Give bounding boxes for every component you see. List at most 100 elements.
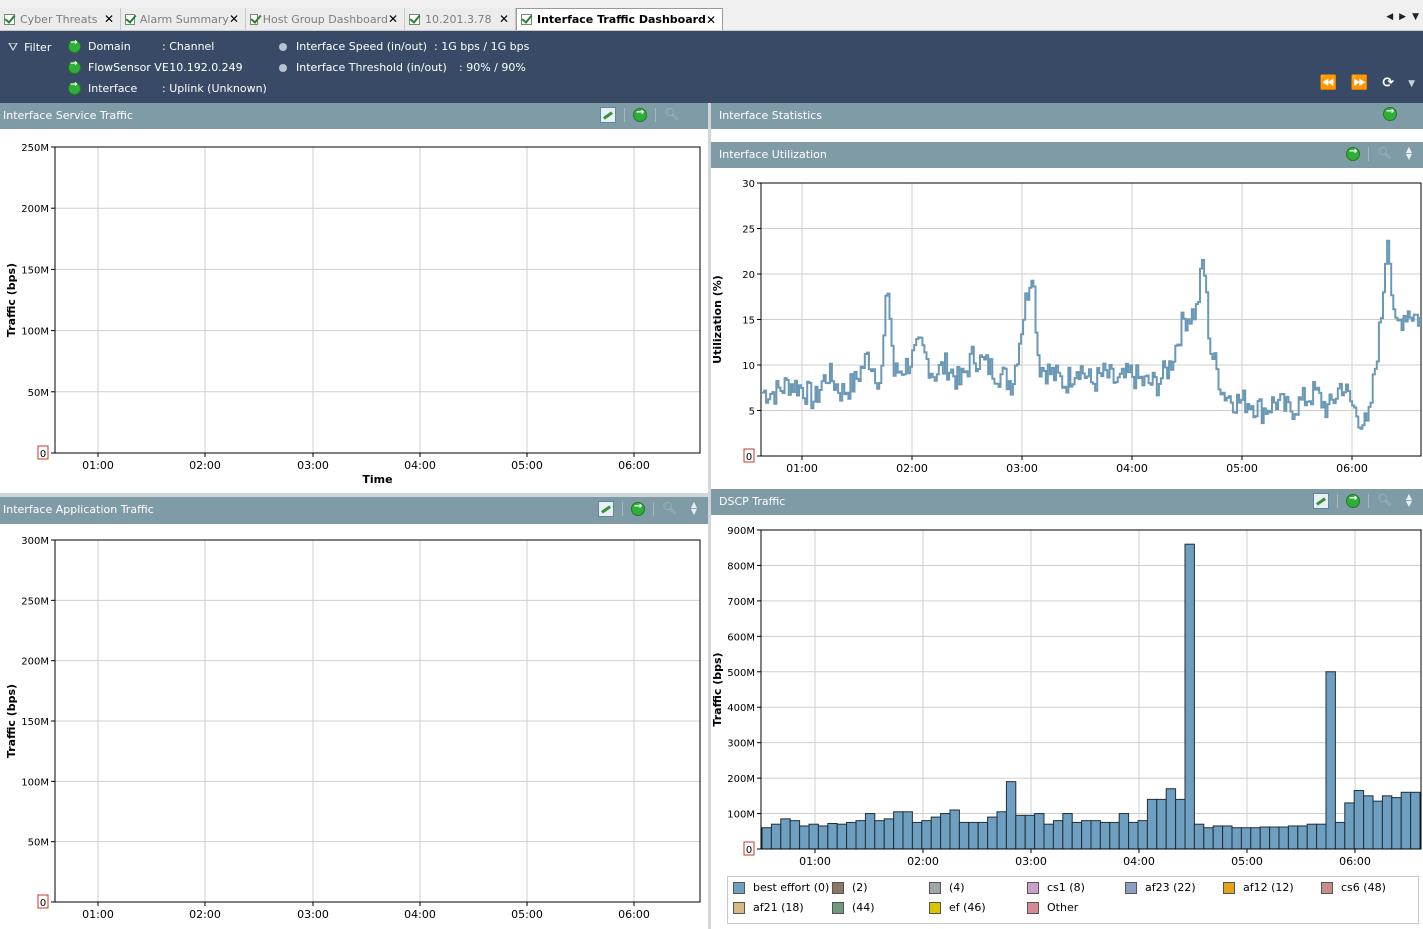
divider	[1368, 147, 1369, 161]
divider	[655, 108, 656, 122]
bar	[817, 825, 829, 850]
bullet-icon	[279, 63, 287, 72]
tab-cyber-threats[interactable]: Cyber Threats ✕	[0, 8, 121, 30]
bar	[1203, 827, 1214, 850]
legend-item[interactable]: (2)	[832, 881, 868, 894]
y-tick-label: 150M	[21, 717, 49, 728]
tab-interface-traffic-dashboard[interactable]: Interface Traffic Dashboard ✕	[516, 8, 723, 30]
bar	[958, 821, 970, 850]
panel-interface-statistics: Interface Statistics	[711, 103, 1423, 142]
y-tick-label: 100M	[21, 777, 49, 788]
x-tick-label: 01:00	[82, 908, 114, 921]
navigate-icon[interactable]	[633, 107, 647, 122]
filter-flowsensor[interactable]: FlowSensor VE : 10.192.0.249	[68, 59, 243, 74]
filter-button[interactable]: ⛛ Filter	[8, 40, 51, 55]
bar	[1109, 821, 1120, 850]
interface-value: : Uplink (Unknown)	[162, 82, 267, 95]
panel-header: Interface Utilization 🔍︎ ▲▼	[711, 142, 1423, 168]
navigate-icon[interactable]	[1346, 146, 1360, 161]
legend-item[interactable]: ef (46)	[929, 901, 986, 914]
bar	[1052, 820, 1064, 850]
chart-edit-icon[interactable]	[1313, 493, 1329, 509]
legend-item[interactable]: (44)	[832, 901, 875, 914]
rewind-icon[interactable]: ⏪	[1319, 75, 1336, 91]
y-tick-label: 30	[742, 179, 755, 190]
legend-item[interactable]: af23 (22)	[1125, 881, 1196, 894]
close-icon[interactable]: ✕	[388, 12, 398, 26]
expand-collapse-icon[interactable]: ▲ ▼	[1401, 146, 1417, 162]
zoom-icon[interactable]: 🔍︎	[662, 501, 678, 517]
bar	[1024, 814, 1036, 850]
navigate-icon	[68, 38, 81, 53]
expand-collapse-icon[interactable]: ▲ ▼	[686, 501, 702, 517]
navigate-icon[interactable]	[1383, 106, 1397, 121]
y-tick-label: 20	[742, 270, 755, 281]
close-icon[interactable]: ✕	[229, 12, 239, 26]
bar	[1090, 820, 1101, 850]
close-icon[interactable]: ✕	[706, 13, 716, 27]
chart-edit-icon[interactable]	[600, 107, 616, 123]
bar	[1240, 827, 1252, 850]
bar	[808, 823, 819, 850]
x-tick-label: 03:00	[1006, 462, 1038, 475]
legend-item[interactable]: Other	[1027, 901, 1078, 914]
legend-label: Other	[1047, 901, 1079, 914]
check-icon	[4, 13, 15, 25]
zoom-icon[interactable]: 🔍︎	[664, 107, 680, 123]
legend-label: af23 (22)	[1145, 881, 1196, 894]
legend-item[interactable]: af12 (12)	[1223, 881, 1294, 894]
close-icon[interactable]: ✕	[104, 12, 114, 26]
legend-item[interactable]: af21 (18)	[733, 901, 804, 914]
fast-forward-icon[interactable]: ⏩	[1351, 75, 1368, 91]
y-axis-label: Traffic (bps)	[711, 652, 724, 726]
dropdown-icon[interactable]: ▼	[1408, 75, 1415, 91]
navigate-icon[interactable]	[631, 501, 645, 516]
tab-ip-address[interactable]: 10.201.3.78 ✕	[405, 8, 516, 30]
tab-prev-icon[interactable]: ◀	[1386, 12, 1393, 22]
check-icon	[409, 13, 420, 25]
bar	[1410, 791, 1421, 850]
x-tick-label: 03:00	[297, 459, 329, 472]
bar	[1287, 825, 1299, 850]
navigate-icon[interactable]	[1346, 493, 1360, 508]
legend-item[interactable]: (4)	[929, 881, 965, 894]
y-tick-label: 15	[742, 316, 755, 327]
x-tick-label: 03:00	[297, 908, 329, 921]
chart-edit-icon[interactable]	[598, 501, 614, 517]
panel-service-traffic: Interface Service Traffic 🔍︎ 0 50M 100M 150…	[0, 103, 708, 493]
bar	[855, 820, 866, 850]
close-icon[interactable]: ✕	[499, 12, 509, 26]
x-tick-label: 04:00	[1123, 855, 1155, 868]
y-tick-label: 250M	[21, 596, 49, 607]
panel-title: Interface Statistics	[719, 109, 823, 122]
tab-menu-icon[interactable]: ▼	[1412, 12, 1419, 22]
tab-alarm-summary[interactable]: Alarm Summary ✕	[121, 8, 246, 30]
legend-item[interactable]: cs1 (8)	[1027, 881, 1085, 894]
bar	[1099, 821, 1111, 850]
bar	[827, 822, 838, 850]
legend-item[interactable]: cs6 (48)	[1321, 881, 1386, 894]
legend-item[interactable]: best effort (0)	[733, 881, 829, 894]
y-tick-label: 100M	[727, 810, 755, 821]
bar	[977, 821, 989, 850]
bar	[902, 811, 913, 850]
y-tick-label: 25	[742, 225, 755, 236]
bar	[1005, 781, 1017, 850]
tab-label: Interface Traffic Dashboard	[537, 13, 706, 26]
panel-title: DSCP Traffic	[719, 495, 786, 508]
filter-interface[interactable]: Interface : Uplink (Unknown)	[68, 80, 267, 95]
refresh-icon[interactable]: ⟳	[1382, 75, 1394, 91]
tab-label: Alarm Summary	[139, 12, 229, 26]
legend-label: (2)	[852, 881, 868, 894]
flowsensor-key: FlowSensor VE	[88, 61, 169, 74]
expand-collapse-icon[interactable]: ▲ ▼	[1401, 493, 1417, 509]
tab-next-icon[interactable]: ▶	[1399, 12, 1406, 22]
filter-domain[interactable]: Domain : Channel	[68, 38, 214, 53]
bar	[1372, 800, 1383, 850]
x-tick-label: 01:00	[786, 462, 818, 475]
tab-host-group-dashboard[interactable]: Host Group Dashboard ✕	[246, 8, 405, 30]
zoom-icon[interactable]: 🔍︎	[1377, 493, 1393, 509]
zoom-icon[interactable]: 🔍︎	[1377, 146, 1393, 162]
legend-label: af21 (18)	[753, 901, 804, 914]
bar	[1400, 791, 1412, 850]
